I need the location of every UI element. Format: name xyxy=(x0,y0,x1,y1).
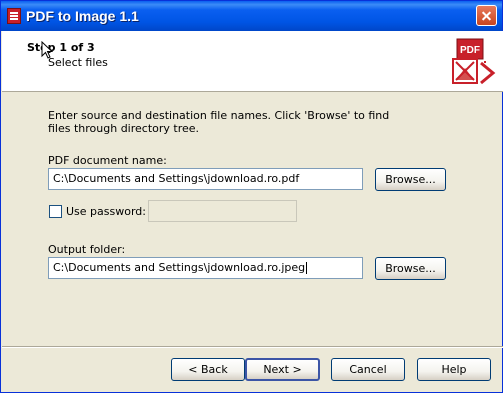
instructions-text: Enter source and destination file names.… xyxy=(48,109,390,135)
title-bar[interactable]: PDF to Image 1.1 xyxy=(1,1,502,31)
pdf-document-field[interactable]: C:\Documents and Settings\jdownload.ro.p… xyxy=(48,168,363,190)
window-title: PDF to Image 1.1 xyxy=(26,8,139,24)
back-button[interactable]: < Back xyxy=(171,358,245,381)
step-title: Step 1 of 3 xyxy=(27,41,95,54)
password-field xyxy=(148,200,297,222)
output-browse-button[interactable]: Browse... xyxy=(375,257,446,280)
help-button[interactable]: Help xyxy=(417,358,491,381)
svg-text:PDF: PDF xyxy=(460,45,480,56)
text-caret xyxy=(306,262,308,274)
output-folder-field[interactable]: C:\Documents and Settings\jdownload.ro.j… xyxy=(48,257,363,279)
wizard-window: PDF to Image 1.1 Step 1 of 3 Select file… xyxy=(0,0,503,393)
use-password-checkbox[interactable] xyxy=(49,205,62,218)
close-button[interactable] xyxy=(476,5,497,26)
pdf-browse-button[interactable]: Browse... xyxy=(375,168,446,191)
step-subtitle: Select files xyxy=(48,56,108,69)
pdf-to-image-logo-icon: PDF xyxy=(452,38,496,85)
output-folder-label: Output folder: xyxy=(48,243,126,256)
wizard-header: Step 1 of 3 Select files PDF xyxy=(2,31,503,92)
next-button[interactable]: Next > xyxy=(245,358,320,381)
pdf-document-label: PDF document name: xyxy=(48,154,167,167)
footer-separator xyxy=(2,346,503,348)
cursor-icon xyxy=(41,41,53,59)
use-password-label: Use password: xyxy=(66,205,146,218)
pdf-icon xyxy=(7,8,21,24)
cancel-button[interactable]: Cancel xyxy=(331,358,405,381)
